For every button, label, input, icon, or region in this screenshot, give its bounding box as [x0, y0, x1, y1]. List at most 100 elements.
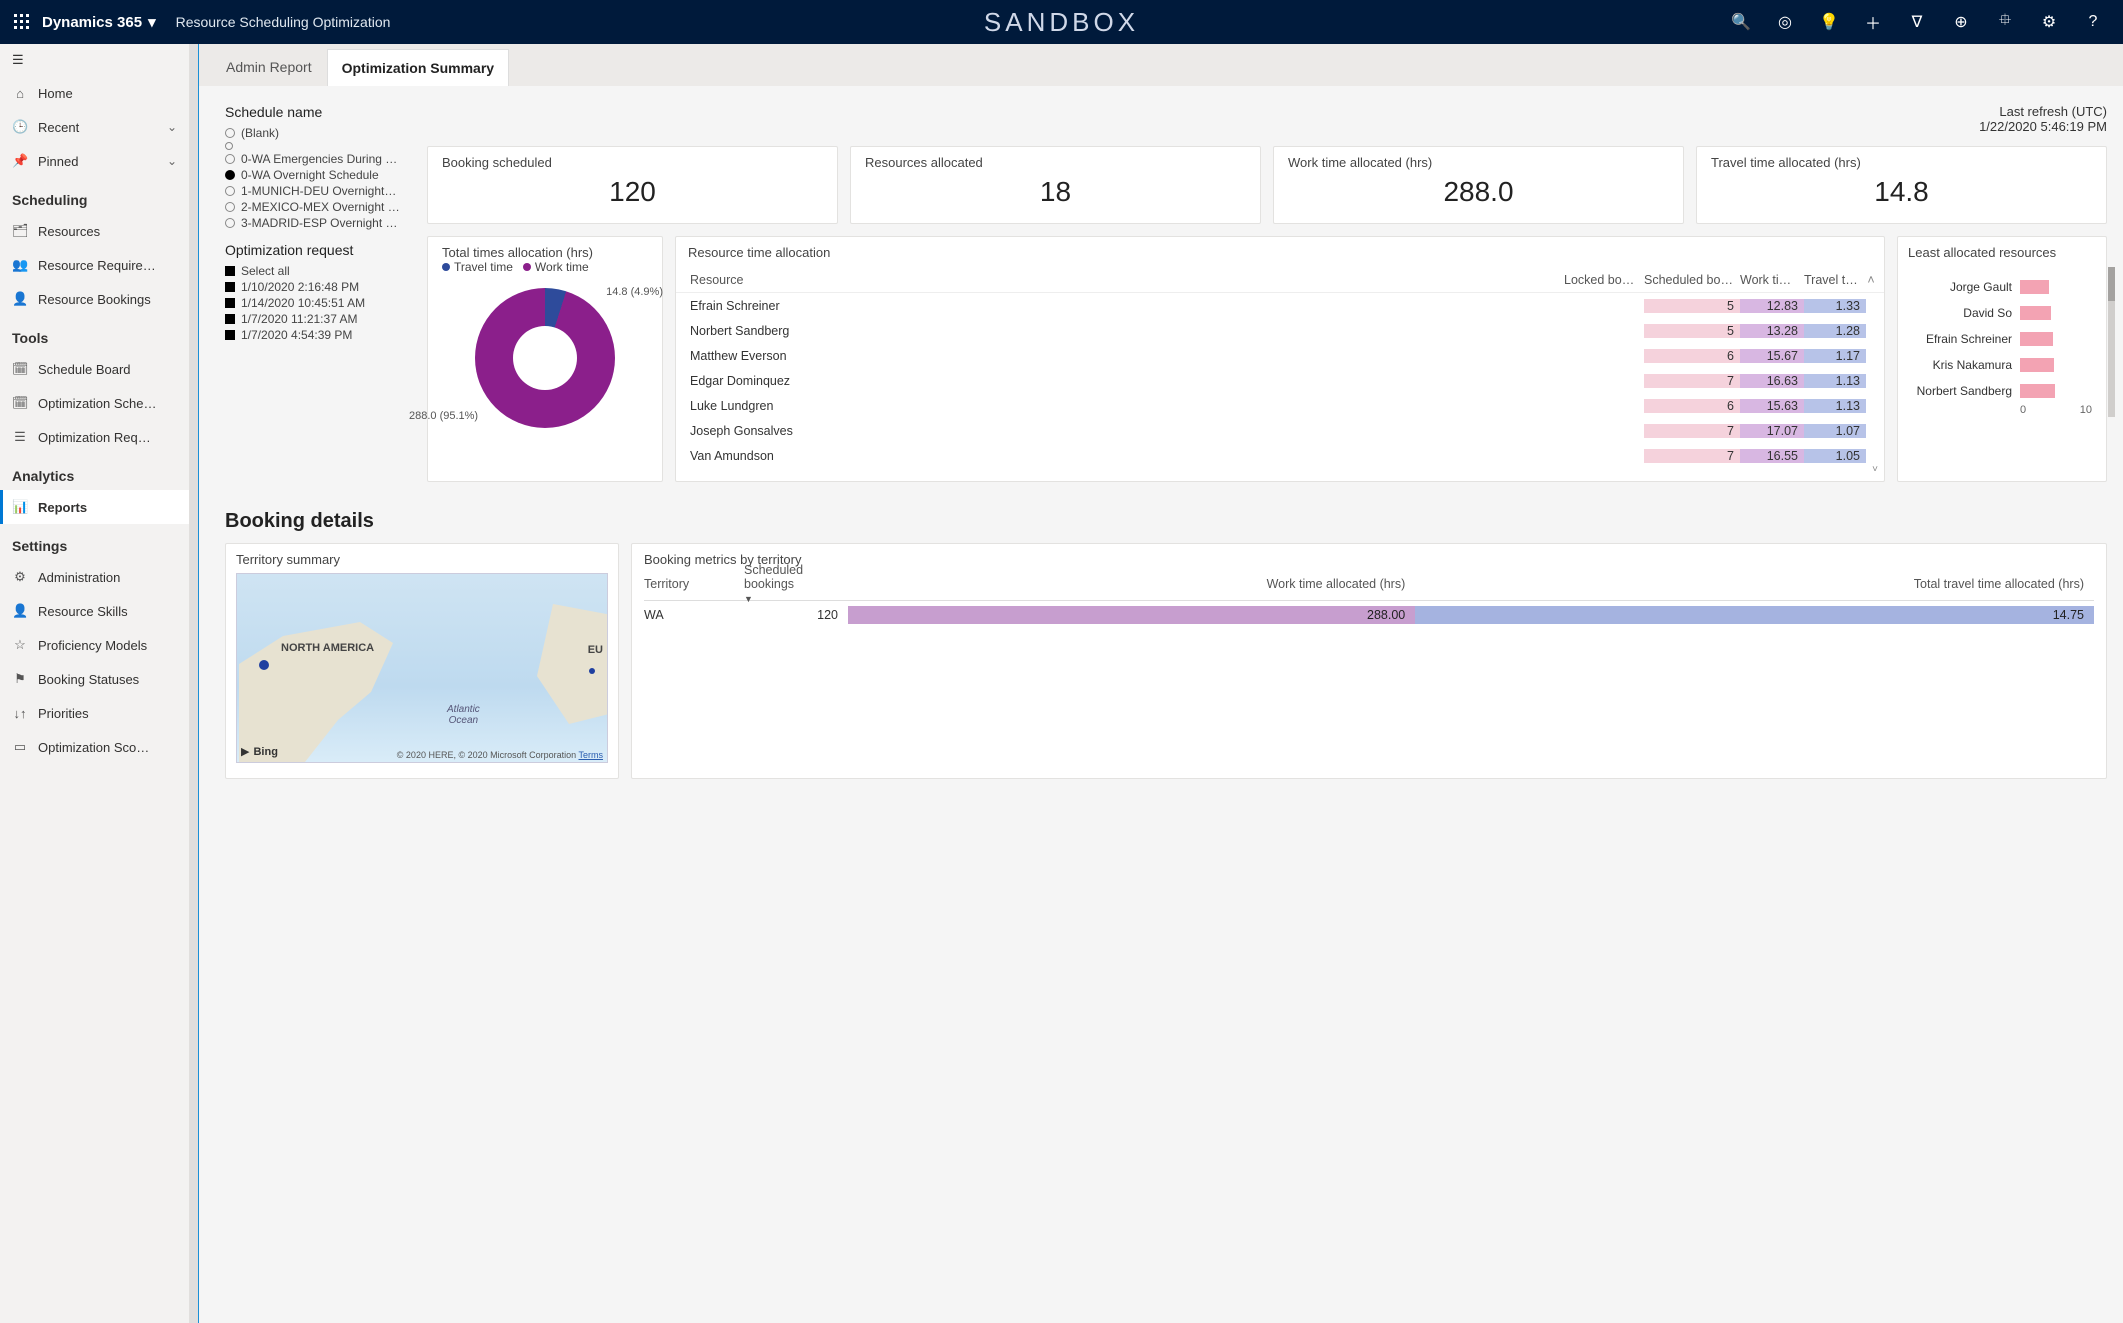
schedule-radio-item[interactable]: 3-MADRID-ESP Overnight … — [225, 216, 411, 230]
chart-title: Least allocated resources — [1908, 245, 2096, 260]
checkbox-icon — [225, 314, 235, 324]
scroll-up-icon[interactable]: ˄ — [1866, 273, 1876, 287]
booking-metrics-territory[interactable]: Booking metrics by territory Territory S… — [631, 543, 2107, 779]
sidebar-item-booking-statuses[interactable]: ⚑Booking Statuses — [0, 662, 189, 696]
radio-icon — [225, 170, 235, 180]
table-col-territory[interactable]: Territory — [644, 577, 744, 591]
bar-row[interactable]: David So — [1908, 300, 2096, 326]
bar-label: Jorge Gault — [1908, 280, 2012, 294]
table-col-travel-time[interactable]: Total travel time allocated (hrs) — [1415, 577, 2094, 591]
territory-summary-map[interactable]: Territory summary NORTH AMERICA EU Atlan… — [225, 543, 619, 779]
table-col-sched-bookings[interactable]: Scheduled bookings▼ — [744, 563, 848, 605]
table-col-travel[interactable]: Travel time… ▼ — [1804, 273, 1866, 287]
kpi-booking-scheduled[interactable]: Booking scheduled 120 — [427, 146, 838, 224]
request-check-item[interactable]: Select all — [225, 264, 411, 278]
table-row[interactable]: Joseph Gonsalves 7 17.07 1.07 — [676, 418, 1884, 443]
cell-resource: Joseph Gonsalves — [690, 424, 1564, 438]
target-icon[interactable]: ◎ — [1763, 0, 1807, 44]
sidebar-item-resource-requirements[interactable]: 👥Resource Require… — [0, 248, 189, 282]
bar-row[interactable]: Efrain Schreiner — [1908, 326, 2096, 352]
request-check-item[interactable]: 1/10/2020 2:16:48 PM — [225, 280, 411, 294]
person-icon: 👤 — [12, 603, 28, 619]
scroll-down-icon[interactable]: ˅ — [1872, 464, 1878, 475]
sidebar-item-reports[interactable]: 📊Reports — [0, 490, 189, 524]
add-icon[interactable]: ＋ — [1851, 0, 1895, 44]
donut-slice-label-work: 288.0 (95.1%) — [409, 410, 478, 422]
chart-title: Total times allocation (hrs) — [442, 245, 593, 260]
request-check-item[interactable]: 1/7/2020 4:54:39 PM — [225, 328, 411, 342]
schedule-radio-item[interactable]: 1-MUNICH-DEU Overnight… — [225, 184, 411, 198]
sidebar-scrollbar[interactable] — [190, 44, 198, 1323]
table-col-resource[interactable]: Resource — [690, 273, 1564, 287]
table-body: WA 120 288.00 14.75 — [644, 605, 2094, 625]
table-row[interactable]: Matthew Everson 6 15.67 1.17 — [676, 343, 1884, 368]
table-row[interactable]: Edgar Dominquez 7 16.63 1.13 — [676, 368, 1884, 393]
sidebar-item-priorities[interactable]: ↓↑Priorities — [0, 696, 189, 730]
sidebar-item-optimization-requests[interactable]: ☰Optimization Req… — [0, 420, 189, 454]
gear-icon: ⚙ — [12, 569, 28, 585]
bing-map[interactable]: NORTH AMERICA EU Atlantic Ocean ▶ Bing ©… — [236, 573, 608, 763]
chart-scrollbar[interactable] — [2108, 267, 2115, 417]
cell-travel: 1.28 — [1804, 324, 1866, 338]
map-point[interactable] — [589, 668, 595, 674]
least-allocated-chart[interactable]: Least allocated resources Jorge Gault Dav… — [1897, 236, 2107, 482]
app-launcher-icon[interactable] — [8, 8, 36, 36]
sidebar-item-optimization-schedules[interactable]: 🗓Optimization Sche… — [0, 386, 189, 420]
sidebar-item-pinned[interactable]: 📌 Pinned ⌄ — [0, 144, 189, 178]
hamburger-icon[interactable]: ☰ — [0, 44, 189, 76]
kpi-resources-allocated[interactable]: Resources allocated 18 — [850, 146, 1261, 224]
sidebar-item-resource-skills[interactable]: 👤Resource Skills — [0, 594, 189, 628]
table-col-work-time[interactable]: Work time allocated (hrs) — [848, 577, 1415, 591]
kpi-travel-time[interactable]: Travel time allocated (hrs) 14.8 — [1696, 146, 2107, 224]
plus-circle-icon[interactable]: ⊕ — [1939, 0, 1983, 44]
cell-resource: Norbert Sandberg — [690, 324, 1564, 338]
schedule-radio-item[interactable]: (Blank) — [225, 126, 411, 140]
request-check-item[interactable]: 1/14/2020 10:45:51 AM — [225, 296, 411, 310]
global-header: Dynamics 365 ▾ Resource Scheduling Optim… — [0, 0, 2123, 44]
sidebar-item-recent[interactable]: 🕒 Recent ⌄ — [0, 110, 189, 144]
sidebar-item-resources[interactable]: 🗂Resources — [0, 214, 189, 248]
resource-time-table[interactable]: Resource time allocation Resource Locked… — [675, 236, 1885, 482]
table-row[interactable]: WA 120 288.00 14.75 — [644, 605, 2094, 625]
sidebar-item-proficiency-models[interactable]: ☆Proficiency Models — [0, 628, 189, 662]
tab-optimization-summary[interactable]: Optimization Summary — [327, 49, 509, 86]
table-col-scheduled[interactable]: Scheduled booki… — [1644, 273, 1740, 287]
bar-row[interactable]: Norbert Sandberg — [1908, 378, 2096, 404]
puzzle-icon[interactable]: ⯐ — [1983, 0, 2027, 44]
filter-icon[interactable]: ∇ — [1895, 0, 1939, 44]
sidebar-item-resource-bookings[interactable]: 👤Resource Bookings — [0, 282, 189, 316]
table-col-locked[interactable]: Locked book… — [1564, 273, 1644, 287]
sidebar-item-label: Booking Statuses — [38, 672, 139, 687]
brand-dropdown[interactable]: Dynamics 365 ▾ — [42, 13, 156, 31]
sidebar-item-home[interactable]: ⌂ Home — [0, 76, 189, 110]
search-icon[interactable]: 🔍 — [1719, 0, 1763, 44]
tab-admin-report[interactable]: Admin Report — [211, 48, 327, 86]
schedule-radio-list: (Blank) 0-WA Emergencies During … 0-WA Ove… — [225, 126, 411, 230]
schedule-radio-label: 3-MADRID-ESP Overnight … — [241, 216, 398, 230]
gear-icon[interactable]: ⚙ — [2027, 0, 2071, 44]
table-row[interactable]: Van Amundson 7 16.55 1.05 — [676, 443, 1884, 468]
total-times-chart[interactable]: Total times allocation (hrs) Travel time… — [427, 236, 663, 482]
bar-row[interactable]: Jorge Gault — [1908, 274, 2096, 300]
map-terms-link[interactable]: Terms — [579, 750, 604, 760]
bing-label: Bing — [253, 746, 277, 758]
bar-row[interactable]: Kris Nakamura — [1908, 352, 2096, 378]
table-row[interactable]: Efrain Schreiner 5 12.83 1.33 — [676, 293, 1884, 318]
sidebar-item-administration[interactable]: ⚙Administration — [0, 560, 189, 594]
sidebar-item-schedule-board[interactable]: 🗓Schedule Board — [0, 352, 189, 386]
table-row[interactable]: Luke Lundgren 6 15.63 1.13 — [676, 393, 1884, 418]
request-check-item[interactable]: 1/7/2020 11:21:37 AM — [225, 312, 411, 326]
schedule-radio-item[interactable] — [225, 142, 411, 150]
kpi-title: Booking scheduled — [442, 155, 823, 170]
schedule-radio-item[interactable]: 0-WA Emergencies During … — [225, 152, 411, 166]
sidebar-item-optimization-scopes[interactable]: ▭Optimization Sco… — [0, 730, 189, 764]
schedule-radio-item[interactable]: 0-WA Overnight Schedule — [225, 168, 411, 182]
table-col-work[interactable]: Work time… — [1740, 273, 1804, 287]
table-row[interactable]: Norbert Sandberg 5 13.28 1.28 — [676, 318, 1884, 343]
kpi-work-time[interactable]: Work time allocated (hrs) 288.0 — [1273, 146, 1684, 224]
schedule-radio-item[interactable]: 2-MEXICO-MEX Overnight … — [225, 200, 411, 214]
lightbulb-icon[interactable]: 💡 — [1807, 0, 1851, 44]
map-point[interactable] — [259, 660, 269, 670]
help-icon[interactable]: ? — [2071, 0, 2115, 44]
home-icon: ⌂ — [12, 86, 28, 101]
